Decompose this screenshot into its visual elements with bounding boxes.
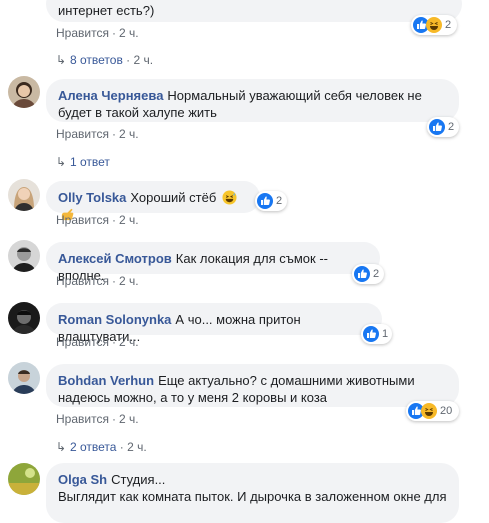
replies-count[interactable]: 1 ответ <box>70 155 110 169</box>
reply-arrow-icon: ↳ <box>56 440 67 454</box>
comment-author[interactable]: Roman Solonynka <box>58 312 171 327</box>
like-link[interactable]: Нравится <box>56 127 109 141</box>
haha-icon <box>421 403 437 419</box>
comment-time[interactable]: 2 ч. <box>119 127 139 141</box>
like-link[interactable]: Нравится <box>56 412 109 426</box>
comment-bubble: Алексей Смотров Как локация для съмок -- … <box>46 242 380 283</box>
like-icon <box>363 326 379 342</box>
reactions-count: 1 <box>382 328 389 340</box>
comment-bubble: интернет есть?) <box>46 0 462 22</box>
comment-time[interactable]: 2 ч. <box>119 335 139 349</box>
like-link[interactable]: Нравится <box>56 335 109 349</box>
comment-text: интернет есть?) <box>58 3 155 18</box>
replies-count[interactable]: 2 ответа <box>70 440 116 454</box>
like-link[interactable]: Нравится <box>56 274 109 288</box>
like-icon <box>257 193 273 209</box>
comment-text: Студия... <box>111 472 166 487</box>
replies-link[interactable]: ↳ 8 ответов · 2 ч. <box>56 53 153 67</box>
replies-count[interactable]: 8 ответов <box>70 53 123 67</box>
reactions-summary[interactable]: 2 <box>352 264 384 284</box>
reactions-count: 2 <box>445 19 452 31</box>
comment-time[interactable]: 2 ч. <box>119 213 139 227</box>
reactions-count: 20 <box>440 405 453 417</box>
like-icon <box>429 119 445 135</box>
avatar[interactable] <box>8 179 40 211</box>
reply-arrow-icon: ↳ <box>56 155 67 169</box>
avatar[interactable] <box>8 463 40 495</box>
reactions-summary[interactable]: 2 <box>427 117 459 137</box>
comment-actions: Нравится · 2 ч. <box>56 274 139 288</box>
reactions-count: 2 <box>448 121 455 133</box>
comment-time[interactable]: 2 ч. <box>119 274 139 288</box>
comment-time[interactable]: 2 ч. <box>119 412 139 426</box>
comment-time[interactable]: 2 ч. <box>119 26 139 40</box>
like-icon <box>354 266 370 282</box>
comment-bubble: Olly Tolska Хороший стёб <box>46 181 260 221</box>
comment-author[interactable]: Bohdan Verhun <box>58 373 154 388</box>
comment-author[interactable]: Olly Tolska <box>58 190 126 205</box>
reactions-count: 2 <box>373 268 380 280</box>
reactions-summary[interactable]: 2 <box>411 15 457 35</box>
haha-icon <box>426 17 442 33</box>
comment-bubble: Алена Черняева Нормальный уважающий себя … <box>46 79 459 122</box>
like-link[interactable]: Нравится <box>56 213 109 227</box>
comment-bubble: Roman Solonynka А чо... можна притон влаш… <box>46 303 382 344</box>
comment-author[interactable]: Алексей Смотров <box>58 251 172 266</box>
comment-first-line: Olga Sh Студия... <box>58 471 447 488</box>
comment-actions: Нравится · 2 ч. <box>56 127 139 141</box>
comment-actions: Нравится · 2 ч. <box>56 335 139 349</box>
reactions-summary[interactable]: 2 <box>255 191 287 211</box>
like-link[interactable]: Нравится <box>56 26 109 40</box>
comment-actions: Нравится · 2 ч. <box>56 213 139 227</box>
comment-author[interactable]: Olga Sh <box>58 472 107 487</box>
replies-link[interactable]: ↳ 1 ответ <box>56 155 110 169</box>
comment-bubble: Olga Sh Студия... Выглядит как комната пы… <box>46 463 459 523</box>
avatar[interactable] <box>8 76 40 108</box>
avatar[interactable] <box>8 362 40 394</box>
comment-actions: Нравится · 2 ч. <box>56 412 139 426</box>
comment-text: Хороший стёб <box>130 190 217 205</box>
reactions-count: 2 <box>276 195 283 207</box>
reactions-summary[interactable]: 1 <box>361 324 392 344</box>
reply-arrow-icon: ↳ <box>56 53 67 67</box>
avatar[interactable] <box>8 240 40 272</box>
comment-bubble: Bohdan Verhun Еще актуально? с домашними … <box>46 364 459 407</box>
avatar[interactable] <box>8 302 40 334</box>
comment-author[interactable]: Алена Черняева <box>58 88 163 103</box>
replies-time: 2 ч. <box>133 53 154 67</box>
replies-time: 2 ч. <box>127 440 147 454</box>
replies-link[interactable]: ↳ 2 ответа · 2 ч. <box>56 440 147 454</box>
grinning-sweat-emoji <box>222 190 237 205</box>
comment-text: Выглядит как комната пыток. И дырочка в … <box>58 489 447 504</box>
comment-actions: Нравится · 2 ч. <box>56 26 139 40</box>
reactions-summary[interactable]: 20 <box>406 401 459 421</box>
